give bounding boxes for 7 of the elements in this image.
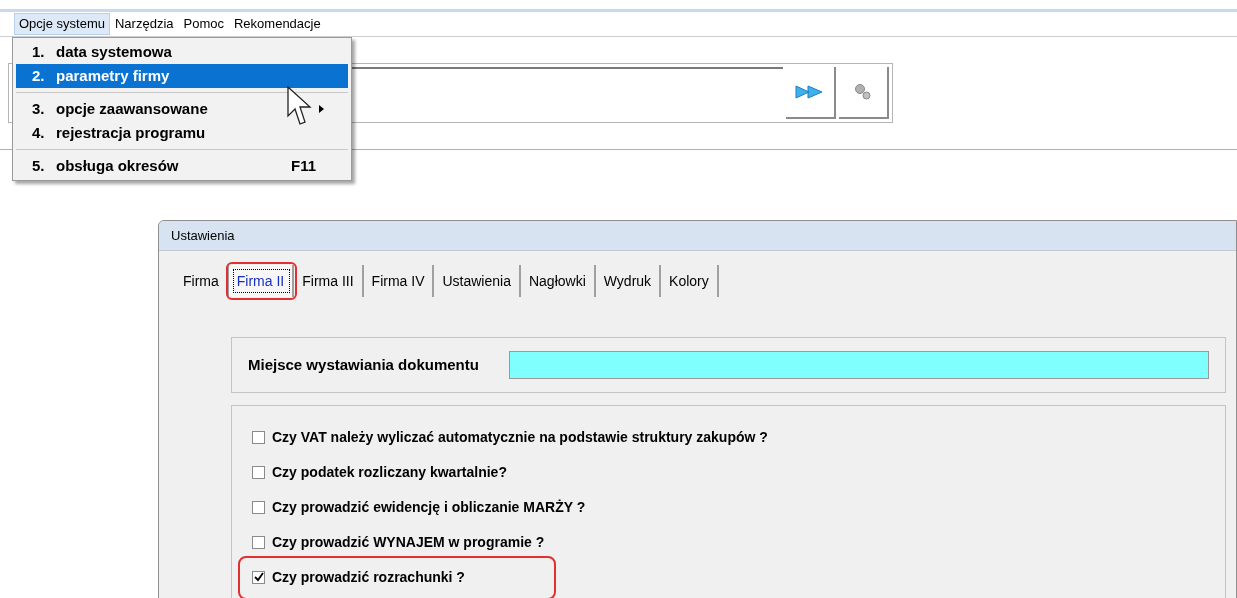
- field-label: Miejsce wystawiania dokumentu: [248, 354, 479, 375]
- option-label: Czy podatek rozliczany kwartalnie?: [272, 462, 507, 482]
- option-label: Czy VAT należy wyliczać automatycznie na podstawie struktury zakupów ?: [272, 427, 768, 447]
- dialog-title: Ustawienia: [171, 226, 235, 245]
- option-label: Czy prowadzić rozrachunki ?: [272, 567, 465, 587]
- option-label: Czy prowadzić ewidencję i obliczanie MARŻY ?: [272, 497, 586, 517]
- option-label: Czy prowadzić WYNAJEM w programie ?: [272, 532, 545, 552]
